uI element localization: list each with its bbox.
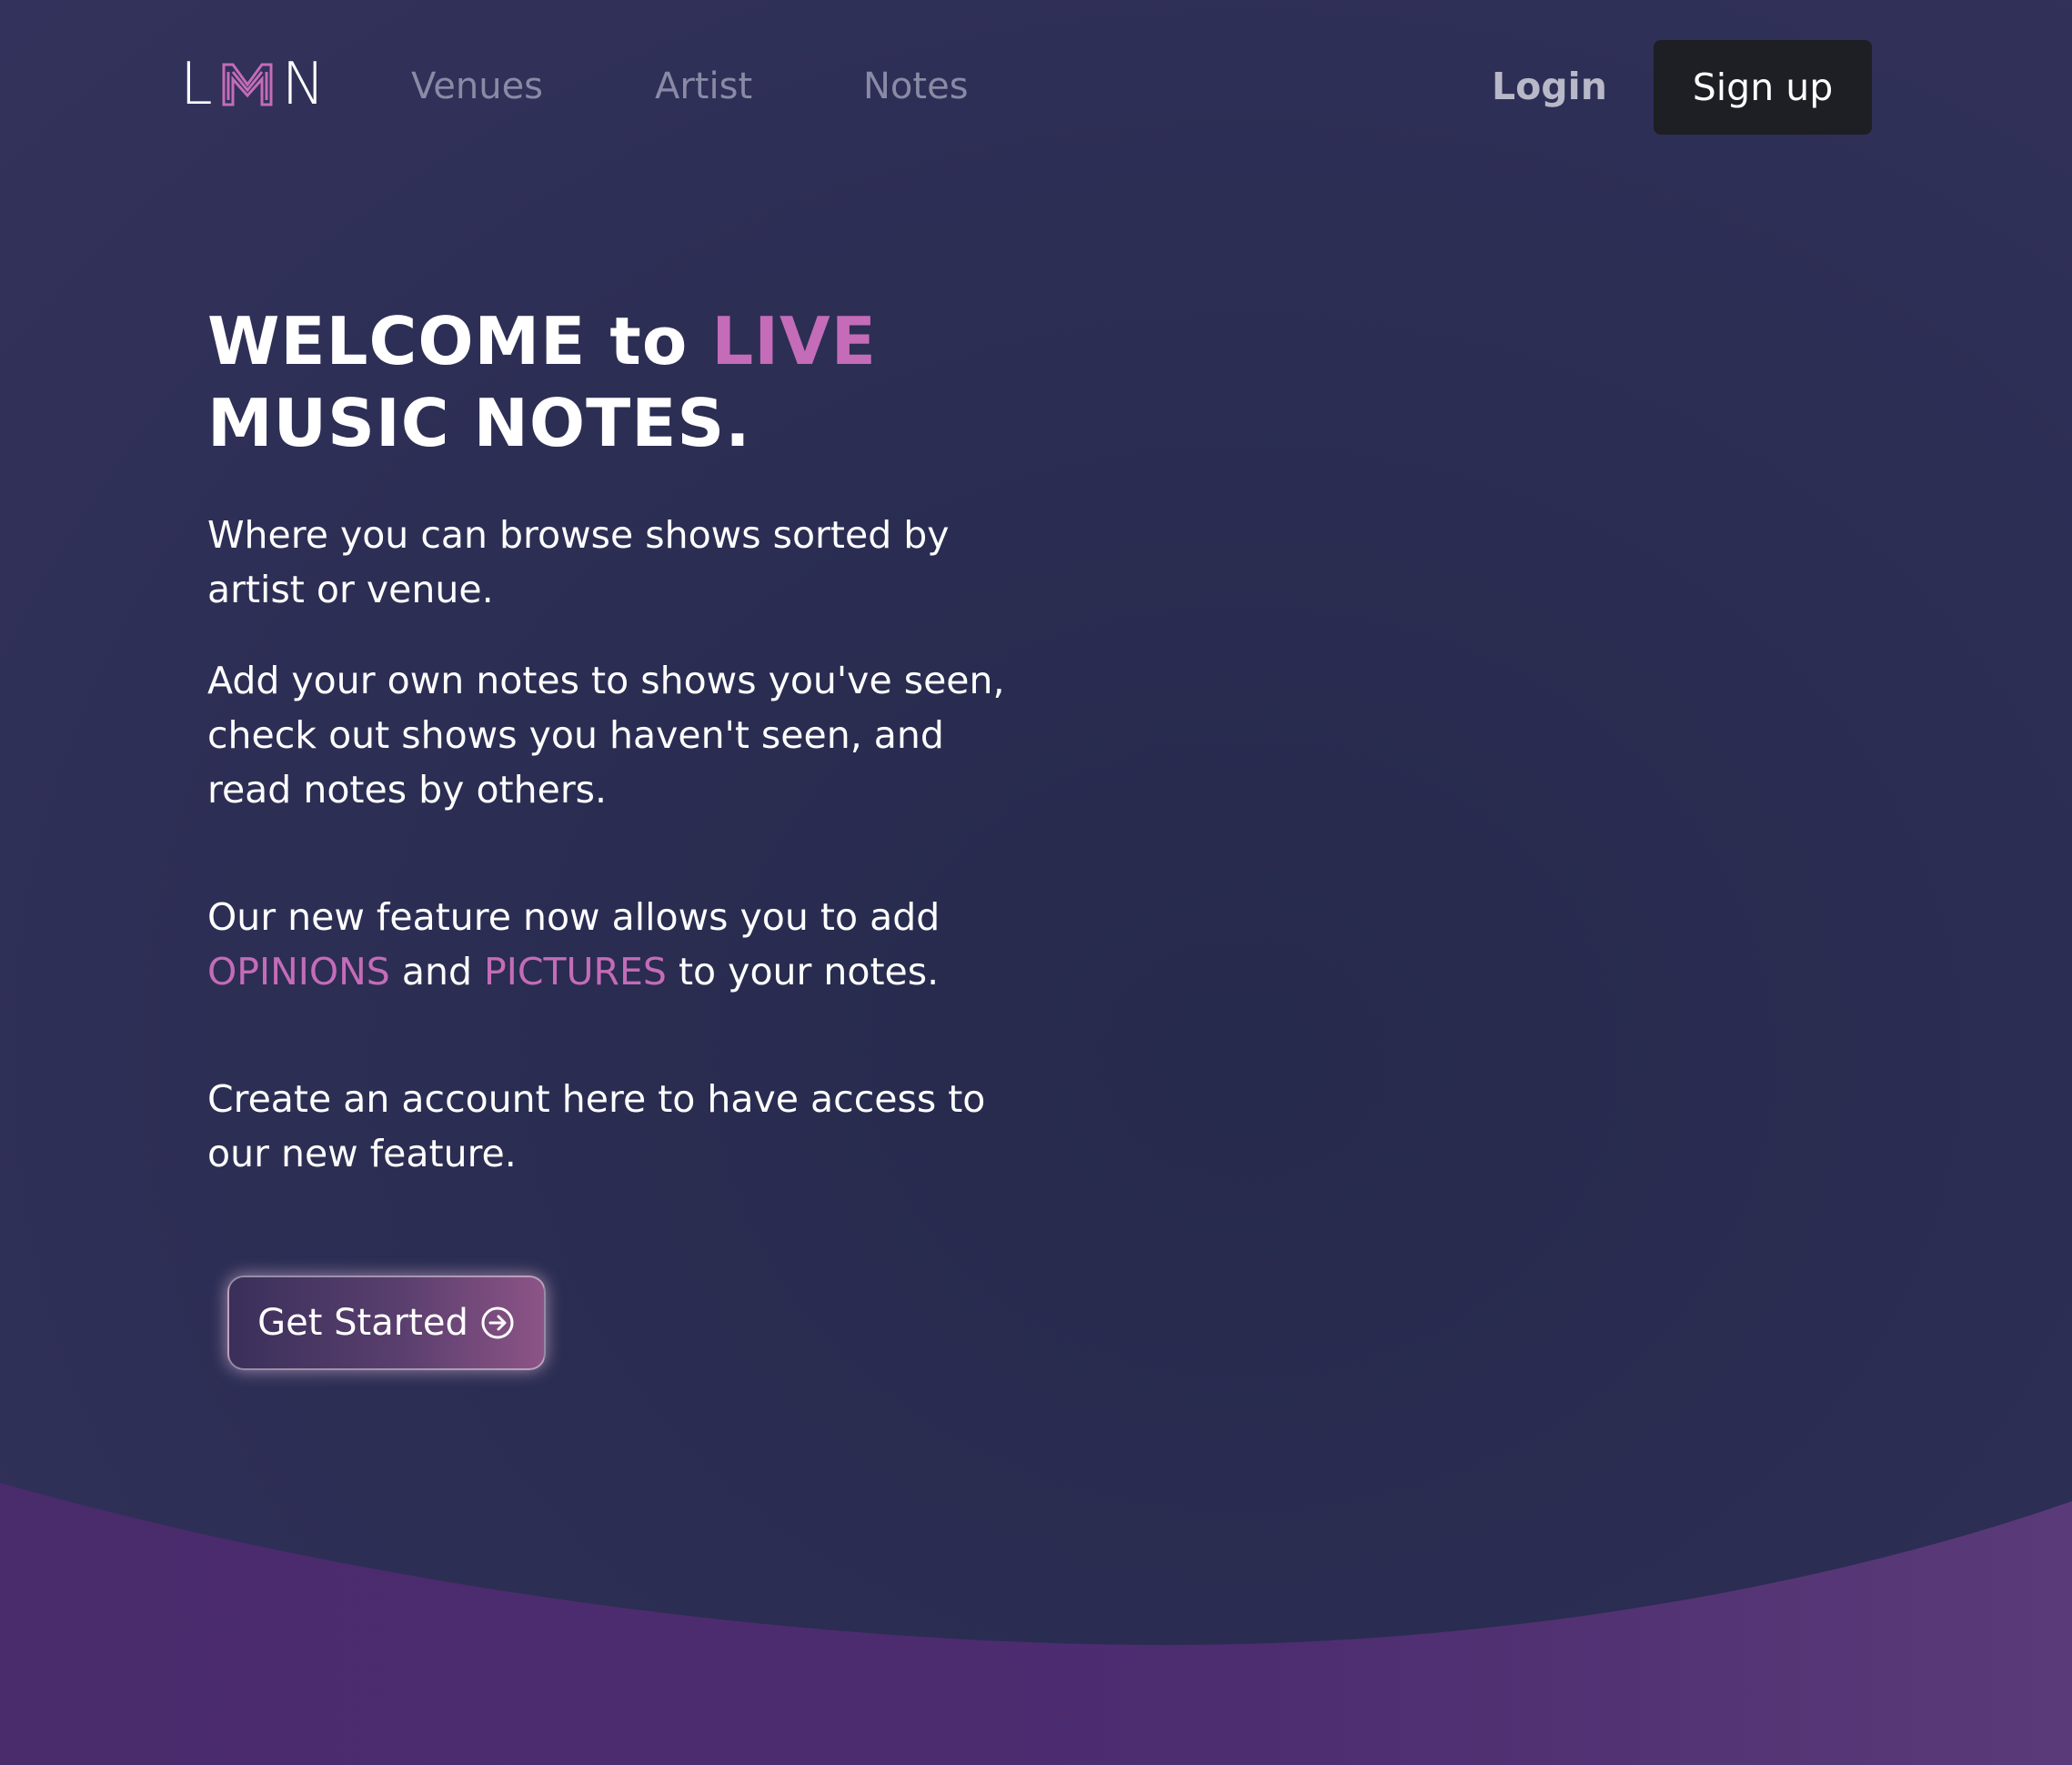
account-line-2: our new feature. bbox=[207, 1132, 517, 1175]
feature-pictures: PICTURES bbox=[484, 950, 667, 993]
intro-line-1: Where you can browse shows sorted by bbox=[207, 513, 950, 557]
intro-paragraph: Where you can browse shows sorted by art… bbox=[207, 508, 1026, 617]
headline-music-notes: MUSIC NOTES. bbox=[207, 385, 751, 461]
headline-live: LIVE bbox=[711, 303, 877, 379]
top-navigation: L N Venues Artist Notes Login Sign up bbox=[0, 0, 2072, 173]
feature-and: and bbox=[389, 950, 485, 993]
feature-line-1: Our new feature now allows you to add bbox=[207, 895, 940, 939]
notes-line-3: read notes by others. bbox=[207, 768, 608, 812]
nav-link-venues[interactable]: Venues bbox=[411, 58, 543, 115]
feature-end: to your notes. bbox=[666, 950, 940, 993]
login-link[interactable]: Login bbox=[1492, 56, 1607, 116]
hero-headline: WELCOME to LIVE MUSIC NOTES. bbox=[207, 300, 1026, 464]
hero-section: WELCOME to LIVE MUSIC NOTES. Where you c… bbox=[207, 300, 1026, 1181]
nav-link-artist[interactable]: Artist bbox=[655, 58, 752, 115]
site-logo[interactable]: L N bbox=[180, 53, 326, 116]
account-line-1: Create an account here to have access to bbox=[207, 1077, 986, 1121]
feature-paragraph: Our new feature now allows you to add OP… bbox=[207, 890, 1026, 999]
signup-button[interactable]: Sign up bbox=[1654, 40, 1872, 135]
intro-line-2: artist or venue. bbox=[207, 568, 494, 611]
bottom-wave-decoration bbox=[0, 1483, 2072, 1765]
arrow-right-circle-icon bbox=[481, 1306, 514, 1339]
nav-link-notes[interactable]: Notes bbox=[863, 58, 969, 115]
account-paragraph: Create an account here to have access to… bbox=[207, 1072, 1026, 1181]
get-started-label: Get Started bbox=[257, 1302, 468, 1344]
logo-letter-n: N bbox=[281, 51, 326, 118]
headline-welcome: WELCOME to bbox=[207, 303, 712, 379]
get-started-button[interactable]: Get Started bbox=[227, 1276, 546, 1370]
notes-line-2: check out shows you haven't seen, and bbox=[207, 713, 944, 757]
lmn-logo-mark-icon bbox=[222, 63, 273, 106]
notes-line-1: Add your own notes to shows you've seen, bbox=[207, 659, 1005, 702]
notes-paragraph: Add your own notes to shows you've seen,… bbox=[207, 653, 1026, 817]
logo-letter-l: L bbox=[180, 51, 213, 118]
feature-opinions: OPINIONS bbox=[207, 950, 390, 993]
